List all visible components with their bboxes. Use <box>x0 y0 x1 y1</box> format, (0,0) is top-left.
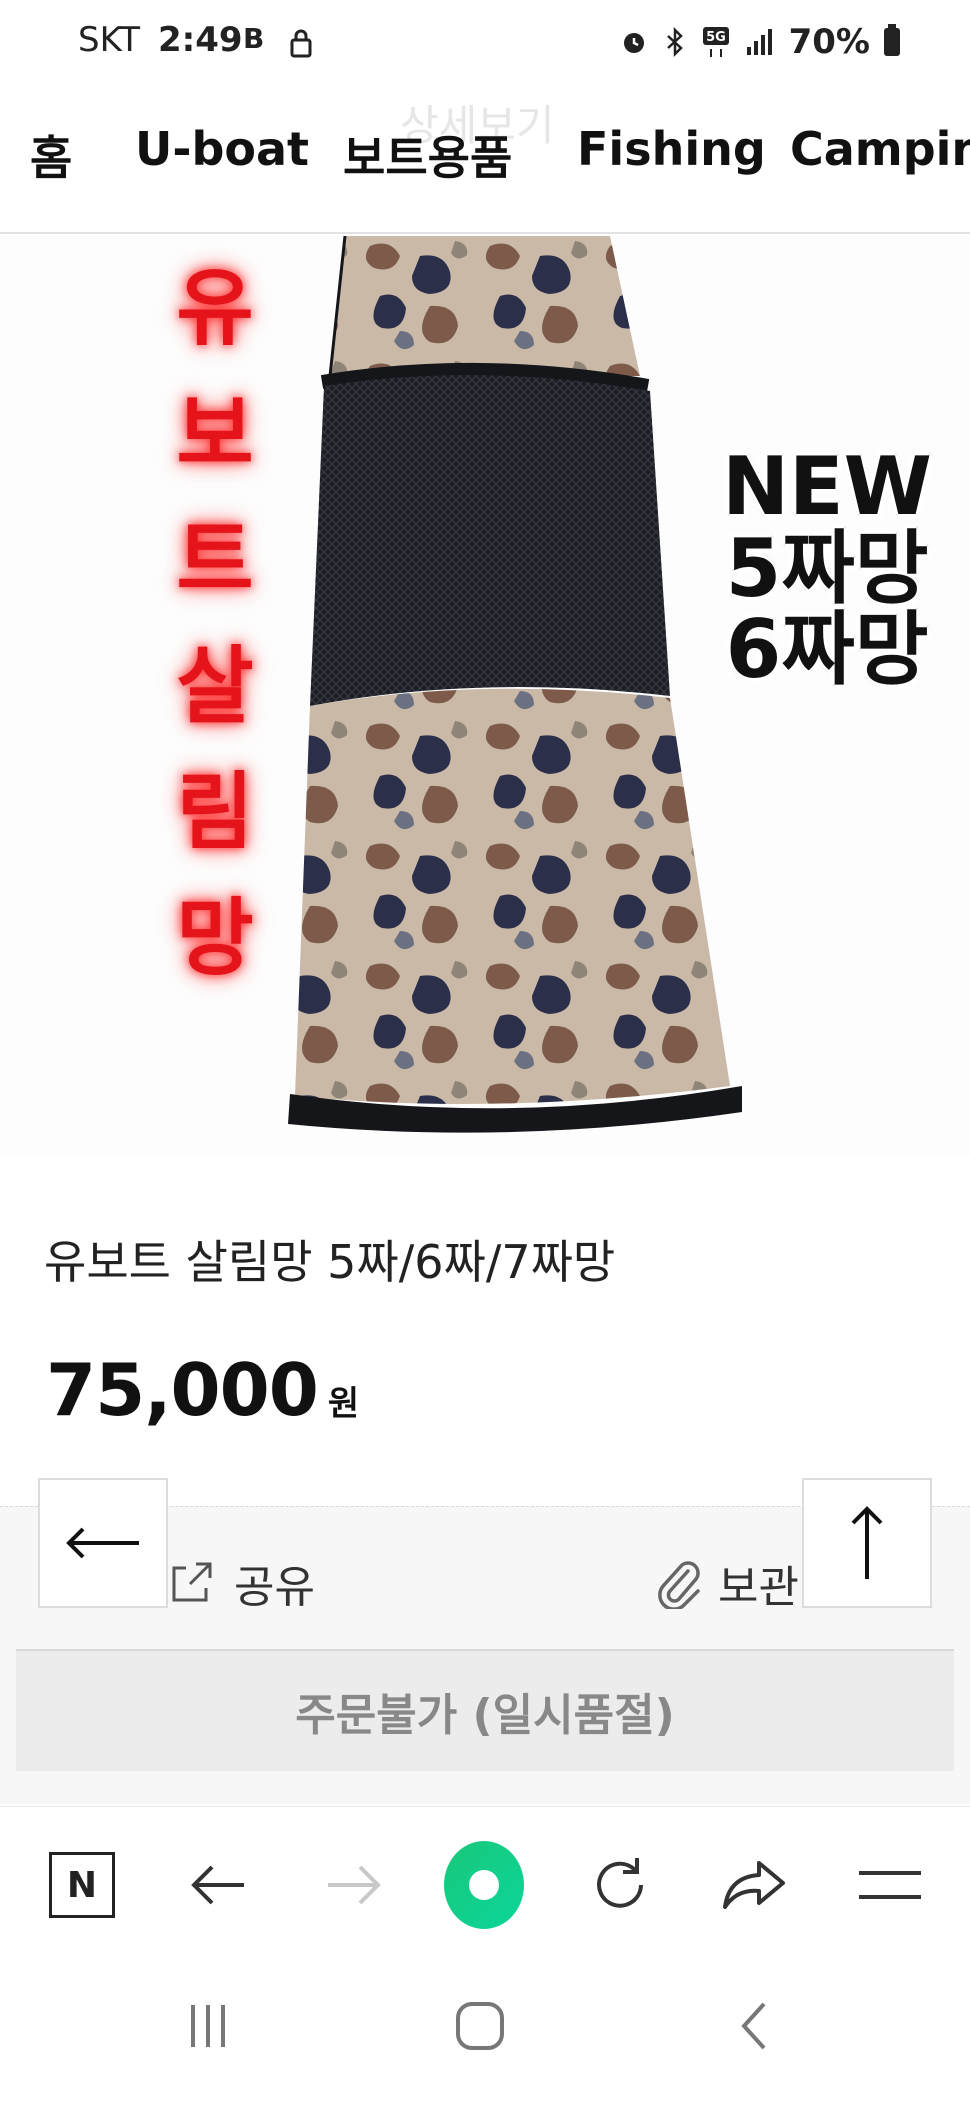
carrier-label: SKT <box>78 20 141 60</box>
browser-menu-button[interactable] <box>850 1845 930 1925</box>
category-nav: 상세보기 홈 U-boat 보트용품 Fishing Camping <box>0 86 970 234</box>
svg-text:5G: 5G <box>706 30 726 45</box>
promo-char: 망 <box>176 889 254 987</box>
lock-icon <box>290 29 312 58</box>
status-icons: 5G 70% <box>619 20 900 64</box>
recent-apps-icon <box>191 2005 225 2047</box>
system-nav-bar <box>0 1956 970 2102</box>
badge-line: 5짜망 <box>725 521 929 615</box>
recent-apps-button[interactable] <box>168 1986 248 2066</box>
nav-item-home[interactable]: 홈 <box>30 122 72 188</box>
alarm-icon <box>623 33 644 53</box>
product-title: 유보트 살림망 5짜/6짜/7짜망 <box>44 1235 616 1289</box>
save-button[interactable]: 보관 <box>652 1551 799 1615</box>
browser-forward-button[interactable] <box>314 1845 394 1925</box>
status-bar: SKT 2:49 B 5G 70% <box>0 0 970 86</box>
battery-icon <box>884 24 900 56</box>
naver-home-icon: N <box>49 1852 115 1918</box>
nav-item-u-boat[interactable]: U-boat <box>135 122 309 176</box>
scroll-to-top-button[interactable] <box>802 1478 932 1608</box>
price-currency: 원 <box>327 1384 360 1424</box>
new-badge: NEW 5짜망 6짜망 <box>712 446 942 691</box>
share-label: 공유 <box>234 1562 315 1613</box>
5g-icon: 5G <box>702 27 729 57</box>
system-back-icon <box>741 2002 766 2050</box>
promo-char: 트 <box>176 511 254 609</box>
signal-icon <box>746 29 772 55</box>
promo-char: 유 <box>176 259 254 357</box>
arrow-up-icon <box>851 1506 883 1579</box>
browser-share-button[interactable] <box>714 1845 794 1925</box>
naver-button[interactable]: N <box>42 1845 122 1925</box>
b-app-icon: B <box>243 22 265 55</box>
product-image[interactable]: 유 보 트 살 림 망 NEW 5짜망 6짜망 <box>0 236 970 1156</box>
keep-net-illustration <box>288 236 742 1133</box>
nav-item-boat-goods[interactable]: 보트용품 <box>343 122 512 188</box>
save-label: 보관 <box>718 1562 799 1613</box>
product-price: 75,000 <box>46 1348 319 1432</box>
floating-back-button[interactable] <box>38 1478 168 1608</box>
promo-char: 림 <box>176 763 254 861</box>
vertical-promo-text: 유 보 트 살 림 망 <box>160 266 270 980</box>
clock-time: 2:49 <box>158 20 243 60</box>
share-arrow-icon <box>723 1861 785 1909</box>
nav-item-fishing[interactable]: Fishing <box>577 122 766 176</box>
home-button[interactable] <box>440 1986 520 2066</box>
bluetooth-icon <box>666 27 683 57</box>
share-button[interactable]: 공유 <box>166 1551 315 1615</box>
browser-back-button[interactable] <box>178 1845 258 1925</box>
menu-icon <box>859 1871 921 1899</box>
order-status-label: 주문불가 (일시품절) <box>295 1690 675 1741</box>
battery-percent: 70% <box>788 22 870 62</box>
promo-char: 살 <box>176 637 254 735</box>
order-button[interactable]: 주문불가 (일시품절) <box>16 1651 954 1771</box>
browser-home-button[interactable] <box>444 1841 524 1929</box>
forward-arrow-icon <box>328 1865 381 1905</box>
arrow-left-icon <box>66 1527 139 1559</box>
badge-line: 6짜망 <box>725 603 929 697</box>
promo-char: 보 <box>176 385 254 483</box>
price-row: 75,000 원 <box>46 1348 359 1432</box>
home-square-icon <box>456 2002 504 2050</box>
browser-toolbar: N <box>0 1806 970 1956</box>
green-home-icon <box>444 1841 524 1929</box>
system-back-button[interactable] <box>714 1986 794 2066</box>
share-icon <box>172 1562 212 1602</box>
badge-line: NEW <box>722 440 932 533</box>
back-arrow-icon <box>191 1865 244 1905</box>
paperclip-icon <box>658 1561 700 1609</box>
nav-item-camping[interactable]: Camping <box>790 122 970 176</box>
refresh-button[interactable] <box>580 1845 660 1925</box>
refresh-icon <box>597 1858 643 1908</box>
